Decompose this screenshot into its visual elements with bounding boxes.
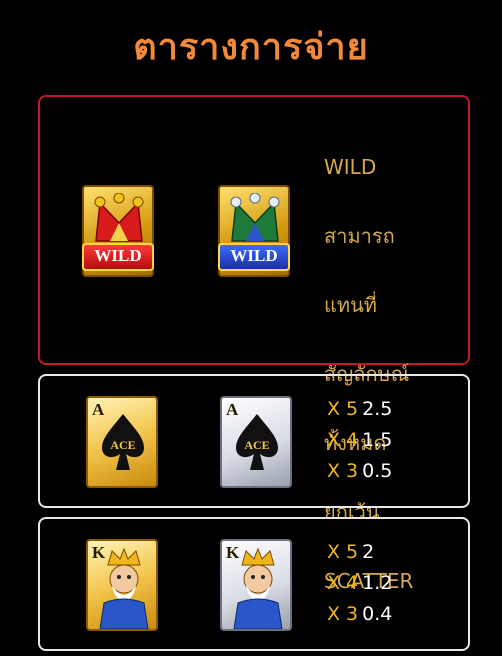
- pay-multiplier: X 5: [327, 541, 359, 563]
- pay-row: X 5 2.5: [327, 394, 392, 425]
- paytable-title: ตารางการจ่าย: [133, 27, 369, 68]
- wild-panel: WILD WILD WILD สามารถ แทนที่ สัญลักษณ์ ท…: [38, 95, 470, 593]
- pay-value: 0.4: [362, 603, 393, 625]
- wild-jester-blue-icon: WILD: [218, 185, 290, 277]
- wild-label: WILD: [218, 243, 290, 271]
- king-card-silver-icon: K: [220, 539, 292, 631]
- pay-row: X 4 1.5: [327, 425, 392, 456]
- pay-value: 1.5: [362, 429, 393, 451]
- ace-panel: A ACE A ACE X 5 2.5 X 4 1.5 X 3 0.5: [38, 374, 470, 508]
- pay-value: 2.5: [362, 398, 393, 420]
- ace-spade-silver-icon: A ACE: [220, 396, 292, 488]
- ace-label: ACE: [244, 438, 270, 452]
- pay-multiplier: X 5: [327, 398, 359, 420]
- pay-multiplier: X 4: [327, 429, 359, 451]
- pay-value: 0.5: [362, 460, 393, 482]
- wild-jester-red-icon: WILD: [82, 185, 154, 277]
- pay-row: X 3 0.4: [327, 599, 392, 630]
- pay-multiplier: X 3: [327, 460, 359, 482]
- ace-spade-gold-icon: A ACE: [86, 396, 158, 488]
- ace-paytable: X 5 2.5 X 4 1.5 X 3 0.5: [327, 394, 392, 487]
- king-card-gold-icon: K: [86, 539, 158, 631]
- card-rank: K: [226, 543, 240, 562]
- ace-label: ACE: [110, 438, 136, 452]
- pay-row: X 4 1.2: [327, 568, 392, 599]
- king-panel: K K X 52 X 4 1.2 X 3 0.4: [38, 517, 470, 651]
- pay-value: 2: [362, 541, 375, 563]
- wild-label: WILD: [82, 243, 154, 271]
- wild-description-line: สามารถ: [324, 223, 395, 248]
- card-rank: K: [92, 543, 106, 562]
- pay-multiplier: X 4: [327, 572, 359, 594]
- king-paytable: X 52 X 4 1.2 X 3 0.4: [327, 537, 392, 630]
- wild-description-line: แทนที่: [324, 292, 377, 317]
- pay-multiplier: X 3: [327, 603, 359, 625]
- pay-row: X 52: [327, 537, 392, 568]
- wild-description-line: WILD: [324, 154, 377, 179]
- pay-value: 1.2: [362, 572, 393, 594]
- pay-row: X 3 0.5: [327, 456, 392, 487]
